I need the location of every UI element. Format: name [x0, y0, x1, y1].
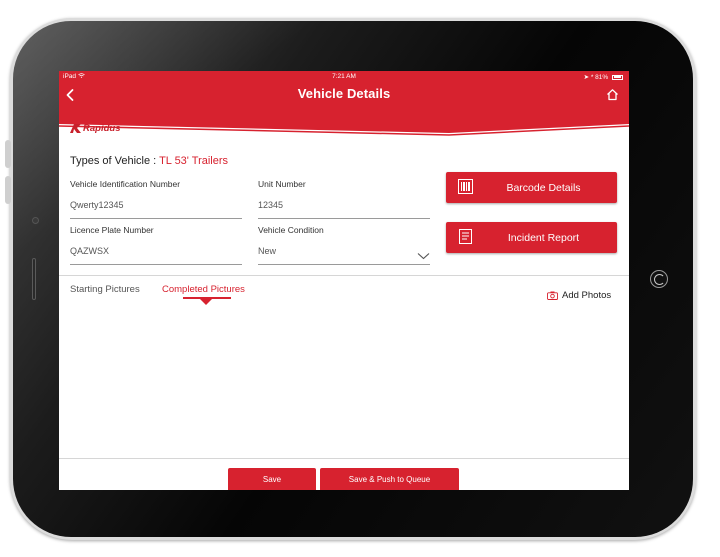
- battery-icon: [612, 74, 623, 80]
- barcode-details-button[interactable]: Barcode Details: [446, 172, 617, 203]
- vehicle-type-row: Types of Vehicle : TL 53' Trailers: [70, 155, 228, 167]
- volume-up-button: [5, 140, 11, 168]
- footer-divider: [59, 458, 629, 459]
- volume-down-button: [5, 176, 11, 204]
- vehicle-condition-select[interactable]: Vehicle Condition New: [258, 225, 430, 265]
- front-camera: [32, 217, 39, 224]
- vehicle-condition-value[interactable]: New: [258, 246, 430, 258]
- licence-plate-input[interactable]: QAZWSX: [70, 246, 242, 258]
- vin-underline: [70, 218, 242, 219]
- rapidus-logo-icon: [70, 124, 81, 133]
- camera-icon: [547, 291, 558, 300]
- save-button[interactable]: Save: [228, 468, 316, 490]
- vin-field[interactable]: Vehicle Identification Number Qwerty1234…: [70, 179, 242, 219]
- vehicle-condition-label: Vehicle Condition: [258, 225, 324, 235]
- page-title: Vehicle Details: [297, 86, 391, 101]
- status-time: 7:21 AM: [332, 73, 356, 80]
- section-divider: [59, 275, 629, 276]
- licence-plate-label: Licence Plate Number: [70, 225, 154, 235]
- active-tab-pointer-icon: [200, 299, 212, 305]
- incident-report-button[interactable]: Incident Report: [446, 222, 617, 253]
- unit-number-label: Unit Number: [258, 179, 306, 189]
- vin-input[interactable]: Qwerty12345: [70, 200, 242, 212]
- home-icon[interactable]: [606, 88, 619, 106]
- vehicle-type-value[interactable]: TL 53' Trailers: [159, 155, 228, 167]
- location-icon: ➤: [583, 74, 590, 81]
- brand-logo: Rapidus: [70, 123, 120, 134]
- barcode-icon: [458, 179, 473, 199]
- add-photos-label: Add Photos: [562, 290, 612, 301]
- unit-number-field[interactable]: Unit Number 12345: [258, 179, 430, 219]
- unit-number-input[interactable]: 12345: [258, 200, 430, 212]
- chevron-down-icon[interactable]: [417, 247, 430, 265]
- vin-label: Vehicle Identification Number: [70, 179, 181, 189]
- tab-starting-pictures[interactable]: Starting Pictures: [70, 284, 140, 295]
- licence-plate-underline: [70, 264, 242, 265]
- header-chevron-band: [59, 111, 629, 136]
- bluetooth-icon: *: [590, 74, 594, 81]
- unit-number-underline: [258, 218, 430, 219]
- side-slot: [32, 258, 36, 300]
- save-push-queue-button[interactable]: Save & Push to Queue: [320, 468, 459, 490]
- document-icon: [458, 229, 473, 249]
- vehicle-condition-underline: [258, 264, 430, 265]
- app-screen: iPad 7:21 AM ➤ * 81% Vehicle Details Rap…: [59, 71, 629, 490]
- hardware-home-button[interactable]: [650, 270, 668, 288]
- tab-completed-pictures[interactable]: Completed Pictures: [162, 284, 245, 295]
- status-battery: ➤ * 81%: [584, 73, 623, 81]
- vehicle-type-label: Types of Vehicle :: [70, 155, 157, 167]
- licence-plate-field[interactable]: Licence Plate Number QAZWSX: [70, 225, 242, 265]
- add-photos-button[interactable]: Add Photos: [547, 290, 611, 301]
- status-bar: iPad 7:21 AM ➤ * 81%: [59, 71, 629, 82]
